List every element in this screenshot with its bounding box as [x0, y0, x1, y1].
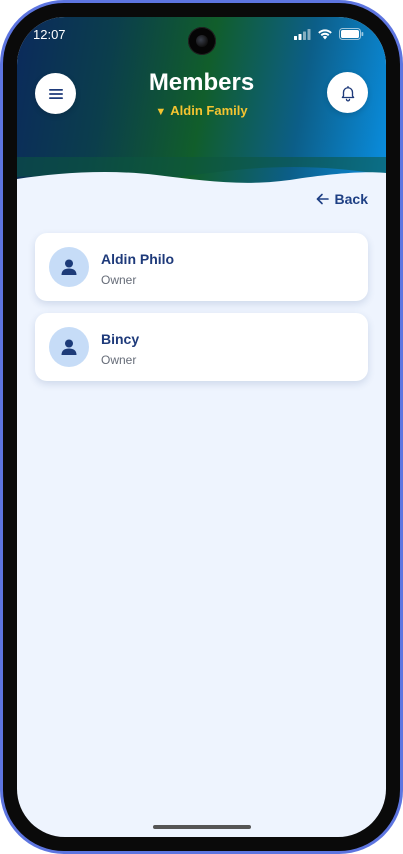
family-selector-label: Aldin Family — [170, 103, 248, 118]
user-icon — [61, 259, 77, 275]
status-icons — [294, 28, 364, 40]
caret-down-icon: ▼ — [155, 106, 167, 118]
phone-frame: 12:07 Members ▼ Aldin Family Back Aldin … — [0, 0, 403, 854]
battery-icon — [339, 28, 364, 40]
phone-bezel: 12:07 Members ▼ Aldin Family Back Aldin … — [3, 3, 400, 851]
home-indicator[interactable] — [152, 825, 251, 829]
wifi-icon — [318, 29, 332, 40]
member-name: Bincy — [101, 331, 140, 347]
member-role: Owner — [101, 353, 137, 367]
notification-button[interactable] — [327, 72, 368, 113]
status-time: 12:07 — [33, 27, 66, 42]
back-button[interactable]: Back — [316, 191, 368, 207]
member-role: Owner — [101, 273, 137, 287]
arrow-left-icon — [316, 193, 329, 205]
back-label: Back — [334, 191, 368, 207]
front-camera — [187, 27, 216, 55]
avatar — [49, 247, 89, 287]
member-card[interactable]: Bincy Owner — [35, 313, 368, 381]
member-name: Aldin Philo — [101, 251, 175, 267]
signal-icon — [294, 28, 311, 40]
member-card[interactable]: Aldin Philo Owner — [35, 233, 368, 301]
bell-icon — [341, 85, 354, 101]
app-screen: 12:07 Members ▼ Aldin Family Back Aldin … — [17, 17, 386, 837]
member-list: Aldin Philo Owner Bincy Owner — [35, 233, 368, 393]
avatar — [49, 327, 89, 367]
user-icon — [61, 339, 77, 355]
